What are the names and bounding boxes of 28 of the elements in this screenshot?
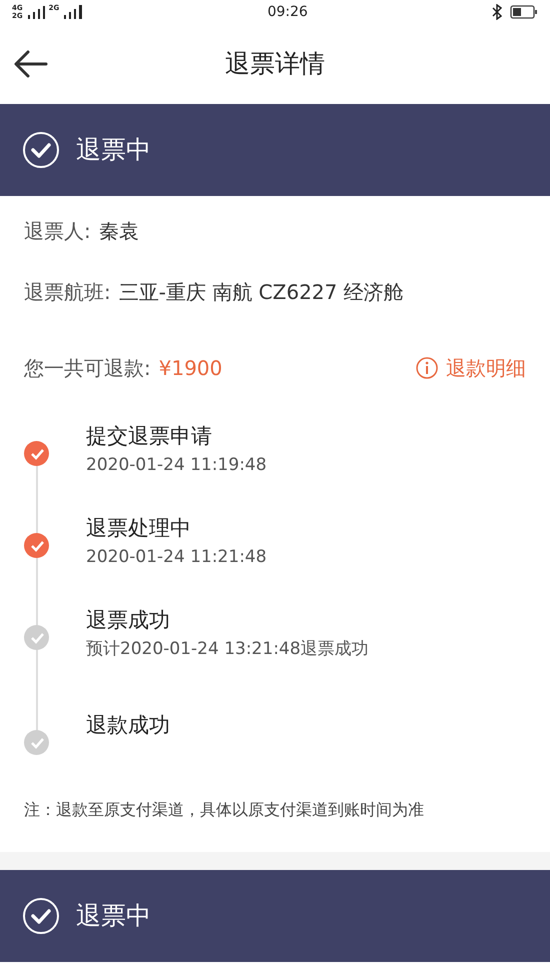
info-icon xyxy=(416,357,438,379)
refund-label: 您一共可退款: xyxy=(24,355,151,382)
status-time: 09:26 xyxy=(267,2,308,22)
page-title: 退票详情 xyxy=(225,48,325,80)
info-value: 三亚-重庆 南航 CZ6227 经济舱 xyxy=(118,279,404,306)
back-arrow-icon xyxy=(14,50,48,78)
step-time: 预计2020-01-24 13:21:48退票成功 xyxy=(86,638,369,660)
note-text: 注：退款至原支付渠道，具体以原支付渠道到账时间为准 xyxy=(24,799,425,821)
step-time: 2020-01-24 11:21:48 xyxy=(86,546,267,568)
status-text: 退票中 xyxy=(76,134,151,166)
step-title: 退票处理中 xyxy=(86,515,192,542)
refund-detail-link[interactable]: 退款明细 xyxy=(416,353,526,383)
signal-icon xyxy=(26,5,45,19)
info-label: 退票人: xyxy=(24,218,91,245)
info-label: 退票航班: xyxy=(24,279,111,306)
step-title: 提交退票申请 xyxy=(86,423,213,450)
battery-icon xyxy=(510,5,538,19)
check-circle-icon xyxy=(22,897,60,935)
refund-amount: ¥1900 xyxy=(158,355,222,382)
info-value: 秦袁 xyxy=(98,218,139,245)
status-text: 退票中 xyxy=(76,900,151,932)
check-circle-icon xyxy=(22,131,60,169)
bluetooth-icon xyxy=(492,4,502,20)
step-time: 2020-01-24 11:19:48 xyxy=(86,454,267,476)
step-title: 退票成功 xyxy=(86,607,171,634)
signal-icon xyxy=(63,5,84,19)
back-button[interactable] xyxy=(14,50,48,78)
step-title: 退款成功 xyxy=(86,712,170,739)
